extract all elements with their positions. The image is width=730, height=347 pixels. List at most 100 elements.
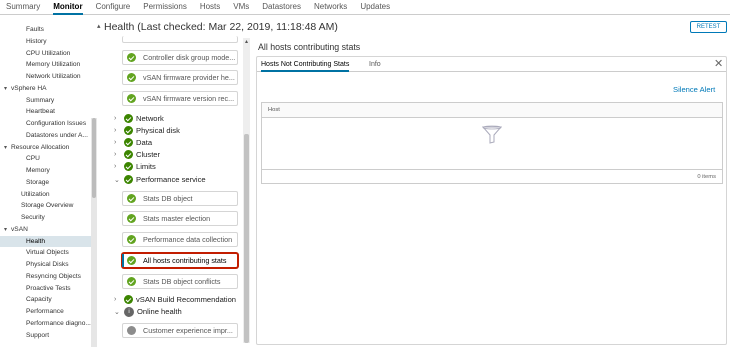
health-check-card[interactable]: Customer experience impr... (122, 323, 238, 338)
chevron-down-icon[interactable]: ▾ (4, 84, 11, 94)
chevron-down-icon[interactable]: ⌄ (114, 176, 124, 184)
chevron-right-icon[interactable]: › (114, 139, 124, 146)
health-group-label: Performance service (136, 175, 206, 184)
check-circle-icon (124, 150, 133, 159)
health-check-card[interactable]: Controller disk group mode... (122, 50, 238, 65)
health-check-card[interactable]: Stats DB object (122, 191, 238, 206)
tab-vms[interactable]: VMs (233, 0, 249, 14)
sidebar-item-label: vSAN (11, 225, 28, 233)
health-check-card[interactable]: Stats master election (122, 211, 238, 226)
chevron-right-icon[interactable]: › (114, 296, 124, 303)
sidebar-scroll-thumb[interactable] (92, 118, 96, 198)
tab-info[interactable]: Info (369, 57, 381, 72)
monitor-sidebar: Faults History CPU Utilization Memory Utili… (0, 16, 97, 347)
health-check-card-selected[interactable]: All hosts contributing stats (122, 253, 238, 268)
sidebar-item[interactable]: Support (0, 330, 92, 341)
sidebar-item[interactable]: ▾ vSphere HA (0, 83, 92, 94)
sidebar-item-label: Configuration Issues (26, 120, 87, 127)
sidebar-item[interactable]: Heartbeat (0, 106, 92, 117)
sidebar-item[interactable]: CPU Utilization (0, 48, 92, 59)
sidebar-item[interactable]: Datastores under A... (0, 130, 92, 141)
detail-title: All hosts contributing stats (258, 42, 361, 52)
sidebar-item-label: vSphere HA (11, 84, 47, 92)
sidebar-item[interactable]: Physical Disks (0, 259, 92, 270)
collapse-icon[interactable]: ▴ (97, 22, 101, 30)
sidebar-item[interactable]: Summary (0, 95, 92, 106)
sidebar-item[interactable]: Memory Utilization (0, 59, 92, 70)
health-group[interactable]: › Cluster (114, 149, 160, 160)
chevron-down-icon[interactable]: ▾ (4, 143, 11, 153)
tab-summary[interactable]: Summary (6, 0, 40, 14)
sidebar-item[interactable]: ▾ Resource Allocation (0, 142, 92, 153)
health-group[interactable]: › Network (114, 113, 164, 124)
health-check-card[interactable]: vSAN firmware provider he... (122, 70, 238, 85)
sidebar-item[interactable]: Capacity (0, 294, 92, 305)
sidebar-item-label: Heartbeat (26, 108, 55, 116)
health-check-card[interactable]: Performance data collection (122, 232, 238, 247)
health-group[interactable]: › Data (114, 137, 152, 148)
sidebar-item[interactable]: Utilization (0, 189, 92, 200)
tab-hosts-not-contributing[interactable]: Hosts Not Contributing Stats (261, 57, 350, 72)
check-circle-icon (124, 126, 133, 135)
sidebar-item[interactable]: Faults (0, 24, 92, 35)
sidebar-item-label: Summary (26, 96, 55, 104)
health-check-card-partial[interactable] (122, 36, 238, 43)
chevron-down-icon[interactable]: ▾ (4, 225, 11, 235)
health-group-label: Online health (137, 307, 182, 316)
chevron-down-icon[interactable]: ⌄ (114, 308, 124, 316)
sidebar-item[interactable]: Health (0, 235, 92, 247)
chevron-right-icon[interactable]: › (114, 151, 124, 158)
silence-alert-link[interactable]: Silence Alert (673, 85, 715, 94)
tab-permissions[interactable]: Permissions (143, 0, 187, 14)
sidebar-item[interactable]: History (0, 36, 92, 47)
health-check-label: Performance data collection (143, 235, 233, 244)
check-circle-icon (127, 277, 136, 286)
chevron-right-icon[interactable]: › (114, 115, 124, 122)
sidebar-item[interactable]: Proactive Tests (0, 283, 92, 294)
chevron-right-icon[interactable]: › (114, 163, 124, 170)
sidebar-item[interactable]: Storage Overview (0, 200, 92, 211)
tab-datastores[interactable]: Datastores (262, 0, 301, 14)
sidebar-item[interactable]: Performance (0, 306, 92, 317)
health-check-card[interactable]: Stats DB object conflicts (122, 274, 238, 289)
sidebar-item[interactable]: Security (0, 212, 92, 223)
tab-networks[interactable]: Networks (314, 0, 347, 14)
sidebar-item[interactable]: Configuration Issues (0, 118, 92, 129)
tab-hosts[interactable]: Hosts (200, 0, 220, 14)
sidebar-item[interactable]: CPU (0, 153, 92, 164)
status-unknown-icon (127, 326, 136, 335)
tab-monitor[interactable]: Monitor (53, 0, 83, 15)
chevron-right-icon[interactable]: › (114, 127, 124, 134)
detail-panel: Hosts Not Contributing Stats Info ✕ Sile… (256, 56, 727, 345)
column-header-host[interactable]: Host (268, 107, 280, 113)
sidebar-item[interactable]: Resyncing Objects (0, 271, 92, 282)
tree-scroll-thumb[interactable] (244, 134, 249, 343)
health-group[interactable]: › Limits (114, 161, 156, 172)
scroll-up-icon[interactable]: ▴ (243, 38, 250, 46)
sidebar-item[interactable]: Memory (0, 165, 92, 176)
check-circle-icon (124, 138, 133, 147)
health-check-card[interactable]: vSAN firmware version rec... (122, 91, 238, 106)
tree-scrollbar[interactable]: ▴ (243, 38, 250, 343)
sidebar-item-label: Memory Utilization (26, 61, 81, 69)
sidebar-item-label: Virtual Objects (26, 249, 69, 257)
health-group[interactable]: ⌄ Performance service (114, 174, 206, 185)
sidebar-item-label: CPU (26, 155, 40, 163)
sidebar-item-label: Memory (26, 167, 50, 174)
health-group[interactable]: › Physical disk (114, 125, 180, 136)
tab-updates[interactable]: Updates (360, 0, 390, 14)
sidebar-item[interactable]: Performance diagno... (0, 318, 92, 329)
sidebar-item[interactable]: ▾ vSAN (0, 224, 92, 235)
sidebar-item[interactable]: Virtual Objects (0, 247, 92, 258)
close-icon[interactable]: ✕ (714, 58, 723, 70)
retest-button[interactable]: RETEST (690, 21, 727, 33)
sidebar-scrollbar[interactable] (91, 118, 97, 347)
health-check-label: Stats DB object (143, 194, 193, 203)
check-circle-icon (127, 214, 136, 223)
health-check-label: Customer experience impr... (143, 326, 233, 335)
tab-configure[interactable]: Configure (96, 0, 131, 14)
health-group[interactable]: › vSAN Build Recommendation (114, 294, 236, 305)
sidebar-item[interactable]: Network Utilization (0, 71, 92, 82)
sidebar-item[interactable]: Storage (0, 177, 92, 188)
health-group[interactable]: ⌄ i Online health (114, 306, 182, 317)
